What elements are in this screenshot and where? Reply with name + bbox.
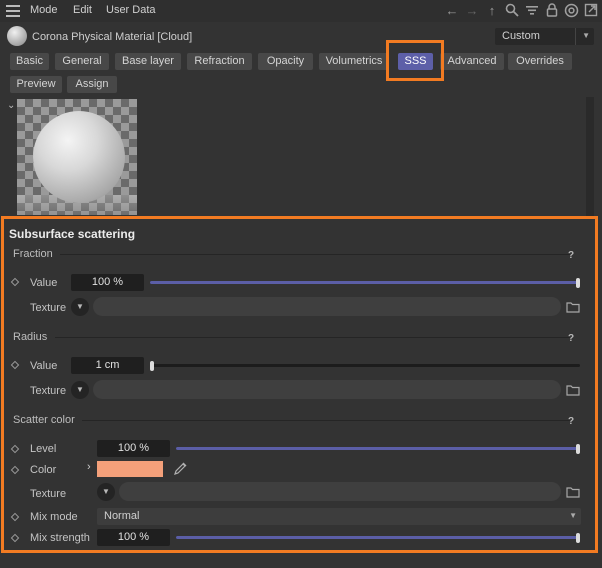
- tab-general[interactable]: General: [55, 53, 109, 70]
- mix-strength-slider[interactable]: [176, 532, 580, 543]
- mix-strength-field[interactable]: 100 %: [97, 529, 170, 546]
- keyframe-diamond-icon[interactable]: [10, 512, 20, 522]
- tab-opacity[interactable]: Opacity: [258, 53, 313, 70]
- keyframe-diamond-icon[interactable]: [10, 277, 20, 287]
- radius-value-label: Value: [30, 360, 58, 372]
- group-title-radius: Radius: [13, 331, 48, 343]
- group-title-scatter-color: Scatter color: [13, 414, 75, 426]
- target-icon[interactable]: [563, 3, 579, 19]
- scatter-level-slider[interactable]: [176, 443, 580, 454]
- menu-mode[interactable]: Mode: [30, 4, 58, 16]
- help-icon[interactable]: ?: [568, 250, 574, 261]
- material-preview-image: [17, 99, 137, 215]
- chevron-down-icon: ▼: [582, 31, 590, 40]
- keyframe-diamond-icon[interactable]: [10, 444, 20, 454]
- texture-dropdown-button[interactable]: ▼: [71, 381, 89, 399]
- mix-mode-dropdown[interactable]: Normal ▼: [97, 508, 581, 525]
- mix-strength-slider-knob[interactable]: [576, 532, 580, 543]
- radius-texture-slot[interactable]: [93, 380, 561, 399]
- tab-sss[interactable]: SSS: [398, 53, 433, 70]
- divider: [82, 420, 570, 421]
- tab-advanced[interactable]: Advanced: [440, 53, 504, 70]
- scatter-texture-label: Texture: [30, 488, 67, 500]
- folder-icon[interactable]: [566, 301, 580, 313]
- menu-edit[interactable]: Edit: [73, 4, 92, 16]
- fraction-texture-slot[interactable]: [93, 297, 561, 316]
- tab-overrides[interactable]: Overrides: [508, 53, 572, 70]
- menu-user-data[interactable]: User Data: [106, 4, 156, 16]
- radius-slider-knob[interactable]: [150, 360, 154, 371]
- folder-icon[interactable]: [566, 384, 580, 396]
- scatter-color-swatch[interactable]: [97, 461, 163, 477]
- up-arrow-icon[interactable]: ↑: [484, 3, 500, 19]
- hamburger-menu-icon[interactable]: [6, 5, 20, 17]
- fraction-slider[interactable]: [150, 277, 580, 288]
- folder-icon[interactable]: [566, 486, 580, 498]
- fraction-slider-knob[interactable]: [576, 277, 580, 288]
- radius-slider[interactable]: [150, 360, 580, 371]
- tab-refraction[interactable]: Refraction: [187, 53, 252, 70]
- scatter-level-slider-fill: [176, 447, 580, 450]
- material-title: Corona Physical Material [Cloud]: [32, 31, 193, 43]
- mix-strength-slider-fill: [176, 536, 580, 539]
- chevron-down-icon: ▼: [569, 511, 577, 520]
- group-title-fraction: Fraction: [13, 248, 53, 260]
- fraction-value-field[interactable]: 100 %: [71, 274, 144, 291]
- lock-icon[interactable]: [544, 3, 560, 19]
- tab-preview[interactable]: Preview: [10, 76, 62, 93]
- fraction-value-label: Value: [30, 277, 58, 289]
- preview-sphere: [33, 111, 125, 203]
- filter-icon[interactable]: [524, 3, 540, 19]
- divider: [575, 28, 576, 45]
- section-title: Subsurface scattering: [9, 227, 136, 241]
- search-icon[interactable]: [504, 3, 520, 19]
- eyedropper-icon[interactable]: [173, 461, 188, 476]
- mix-strength-label: Mix strength: [30, 532, 90, 544]
- keyframe-diamond-icon[interactable]: [10, 533, 20, 543]
- divider: [55, 337, 570, 338]
- keyframe-diamond-icon[interactable]: [10, 360, 20, 370]
- preset-dropdown[interactable]: Custom ▼: [495, 28, 594, 45]
- tab-base-layer[interactable]: Base layer: [115, 53, 181, 70]
- tab-basic[interactable]: Basic: [10, 53, 49, 70]
- scatter-level-field[interactable]: 100 %: [97, 440, 170, 457]
- radius-texture-label: Texture: [30, 385, 67, 397]
- mix-mode-value: Normal: [104, 510, 140, 522]
- tab-volumetrics[interactable]: Volumetrics: [319, 53, 389, 70]
- help-icon[interactable]: ?: [568, 416, 574, 427]
- help-icon[interactable]: ?: [568, 333, 574, 344]
- texture-dropdown-button[interactable]: ▼: [71, 298, 89, 316]
- fraction-slider-fill: [150, 281, 580, 284]
- material-thumbnail: [7, 26, 27, 46]
- scatter-texture-slot[interactable]: [119, 482, 561, 501]
- scatter-level-slider-knob[interactable]: [576, 443, 580, 454]
- radius-value-field[interactable]: 1 cm: [71, 357, 144, 374]
- scatter-level-label: Level: [30, 443, 57, 455]
- collapse-chevron-icon[interactable]: ⌄: [7, 100, 15, 111]
- mix-mode-label: Mix mode: [30, 511, 78, 523]
- forward-arrow-icon[interactable]: →: [464, 3, 480, 19]
- scatter-color-label: Color: [30, 464, 57, 476]
- menu-bar: Mode Edit User Data ← → ↑: [0, 0, 602, 22]
- back-arrow-icon[interactable]: ←: [444, 3, 460, 19]
- keyframe-diamond-icon[interactable]: [10, 465, 20, 475]
- preset-value: Custom: [502, 30, 540, 42]
- divider: [60, 254, 570, 255]
- new-window-icon[interactable]: [583, 3, 599, 19]
- scrollbar[interactable]: [586, 97, 594, 217]
- expand-chevron-icon[interactable]: ›: [87, 461, 91, 473]
- texture-dropdown-button[interactable]: ▼: [97, 483, 115, 501]
- fraction-texture-label: Texture: [30, 302, 67, 314]
- tab-assign[interactable]: Assign: [67, 76, 117, 93]
